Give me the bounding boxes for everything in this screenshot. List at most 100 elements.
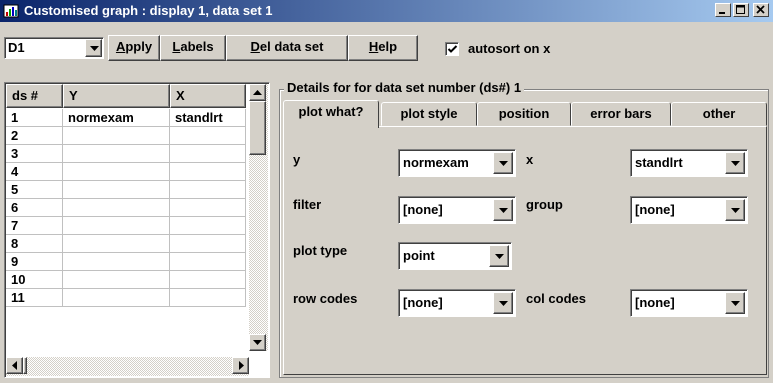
tab-position[interactable]: position — [477, 102, 571, 126]
plot-type-select-dropdown[interactable] — [489, 245, 509, 267]
y-label: y — [293, 152, 301, 167]
horizontal-scrollbar[interactable] — [6, 357, 249, 376]
display-select[interactable]: D1 — [4, 37, 104, 59]
cell-ds[interactable]: 7 — [6, 217, 63, 235]
column-header-y[interactable]: Y — [63, 84, 170, 108]
cell-x[interactable] — [170, 163, 246, 181]
cell-y[interactable] — [63, 253, 170, 271]
x-select-value: standlrt — [635, 155, 683, 170]
data-set-grid[interactable]: ds # Y X 1 normexam standlrt 2 3 4 5 6 7 8 9 10 11 — [4, 82, 270, 378]
table-row[interactable]: 6 — [6, 199, 246, 217]
tab-plot-what[interactable]: plot what? — [283, 100, 379, 128]
close-button[interactable] — [753, 3, 769, 17]
table-row[interactable]: 11 — [6, 289, 246, 307]
cell-ds[interactable]: 3 — [6, 145, 63, 163]
cell-x[interactable] — [170, 289, 246, 307]
plot-type-label: plot type — [293, 243, 348, 258]
scroll-up-button[interactable] — [249, 84, 266, 101]
cell-ds[interactable]: 6 — [6, 199, 63, 217]
table-row[interactable]: 5 — [6, 181, 246, 199]
table-row[interactable]: 2 — [6, 127, 246, 145]
cell-y[interactable] — [63, 271, 170, 289]
table-row[interactable]: 8 — [6, 235, 246, 253]
x-select[interactable]: standlrt — [630, 149, 748, 177]
scroll-down-button[interactable] — [249, 334, 266, 351]
display-select-value: D1 — [8, 40, 25, 55]
vertical-scrollbar[interactable] — [249, 84, 268, 351]
cell-ds[interactable]: 1 — [6, 109, 63, 127]
row-codes-select-dropdown[interactable] — [493, 292, 513, 314]
column-header-x[interactable]: X — [170, 84, 246, 108]
scroll-right-button[interactable] — [232, 357, 249, 374]
cell-ds[interactable]: 11 — [6, 289, 63, 307]
cell-x[interactable] — [170, 127, 246, 145]
cell-x[interactable] — [170, 217, 246, 235]
cell-x[interactable] — [170, 199, 246, 217]
table-row[interactable]: 9 — [6, 253, 246, 271]
cell-x[interactable] — [170, 181, 246, 199]
table-row[interactable]: 7 — [6, 217, 246, 235]
cell-y[interactable] — [63, 289, 170, 307]
arrow-up-icon — [253, 90, 262, 95]
autosort-label[interactable]: autosort on x — [468, 41, 550, 56]
cell-ds[interactable]: 10 — [6, 271, 63, 289]
chevron-down-icon — [499, 301, 508, 306]
cell-y[interactable] — [63, 163, 170, 181]
details-title: Details for for data set number (ds#) 1 — [284, 80, 525, 95]
minimize-button[interactable] — [715, 3, 731, 17]
cell-x[interactable] — [170, 235, 246, 253]
tab-other[interactable]: other — [671, 102, 767, 126]
cell-y[interactable] — [63, 199, 170, 217]
autosort-checkbox[interactable] — [445, 42, 459, 56]
cell-x[interactable] — [170, 271, 246, 289]
col-codes-label: col codes — [526, 291, 586, 306]
group-select[interactable]: [none] — [630, 196, 748, 224]
cell-x[interactable] — [170, 253, 246, 271]
col-codes-select-dropdown[interactable] — [725, 292, 745, 314]
arrow-down-icon — [253, 340, 262, 345]
col-codes-select[interactable]: [none] — [630, 289, 748, 317]
row-codes-select[interactable]: [none] — [398, 289, 516, 317]
cell-y[interactable]: normexam — [63, 109, 170, 127]
scroll-thumb[interactable] — [249, 101, 266, 155]
maximize-icon — [736, 5, 745, 14]
delete-data-set-button[interactable]: Del data set — [226, 35, 348, 61]
plot-type-select[interactable]: point — [398, 242, 512, 270]
cell-y[interactable] — [63, 145, 170, 163]
cell-y[interactable] — [63, 235, 170, 253]
column-header-ds[interactable]: ds # — [6, 84, 63, 108]
display-select-dropdown[interactable] — [85, 39, 102, 57]
title-bar[interactable]: Customised graph : display 1, data set 1 — [0, 0, 773, 22]
cell-x[interactable] — [170, 145, 246, 163]
filter-select-dropdown[interactable] — [493, 199, 513, 221]
tab-plot-style[interactable]: plot style — [381, 102, 477, 126]
cell-ds[interactable]: 9 — [6, 253, 63, 271]
window-title: Customised graph : display 1, data set 1 — [24, 3, 273, 18]
help-button[interactable]: Help — [348, 35, 418, 61]
scroll-left-button[interactable] — [6, 357, 23, 374]
x-select-dropdown[interactable] — [725, 152, 745, 174]
filter-select[interactable]: [none] — [398, 196, 516, 224]
hscroll-thumb[interactable] — [23, 357, 27, 374]
table-row[interactable]: 3 — [6, 145, 246, 163]
labels-button[interactable]: Labels — [160, 35, 226, 61]
help-label: elp — [378, 39, 398, 54]
maximize-button[interactable] — [733, 3, 749, 17]
table-row[interactable]: 1 normexam standlrt — [6, 109, 246, 127]
cell-y[interactable] — [63, 217, 170, 235]
apply-button[interactable]: Apply — [108, 35, 160, 61]
cell-ds[interactable]: 5 — [6, 181, 63, 199]
cell-y[interactable] — [63, 181, 170, 199]
cell-ds[interactable]: 8 — [6, 235, 63, 253]
y-select[interactable]: normexam — [398, 149, 516, 177]
cell-ds[interactable]: 2 — [6, 127, 63, 145]
cell-ds[interactable]: 4 — [6, 163, 63, 181]
table-row[interactable]: 10 — [6, 271, 246, 289]
group-select-dropdown[interactable] — [725, 199, 745, 221]
chevron-down-icon — [499, 161, 508, 166]
tab-error-bars[interactable]: error bars — [571, 102, 671, 126]
table-row[interactable]: 4 — [6, 163, 246, 181]
cell-x[interactable]: standlrt — [170, 109, 246, 127]
cell-y[interactable] — [63, 127, 170, 145]
y-select-dropdown[interactable] — [493, 152, 513, 174]
